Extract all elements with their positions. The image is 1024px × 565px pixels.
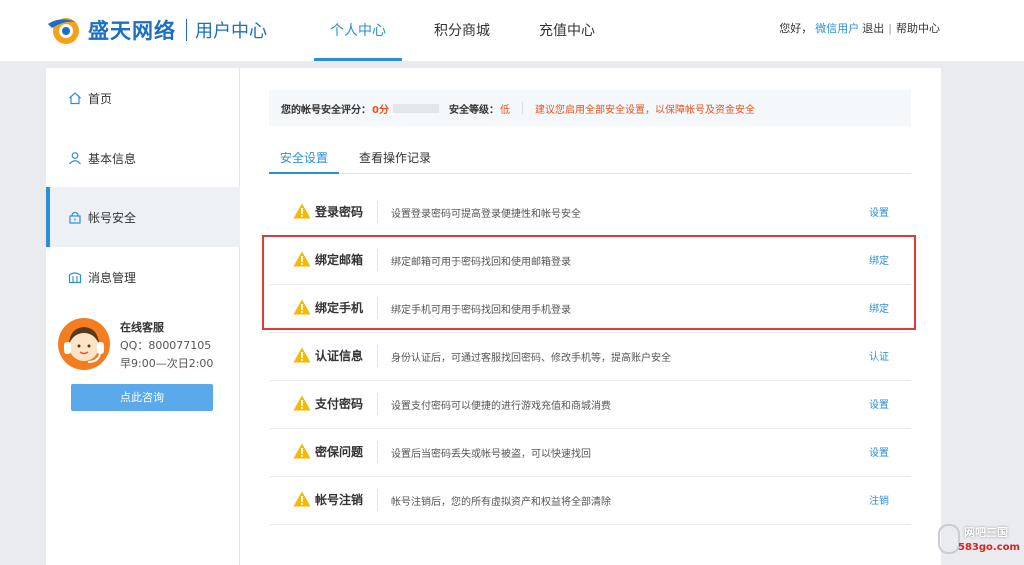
annotation-highlight-box bbox=[262, 235, 916, 330]
setting-description: 身份认证后，可通过客服找回密码、修改手机等，提高账户安全 bbox=[391, 353, 671, 364]
lock-icon bbox=[69, 211, 81, 224]
row-divider bbox=[377, 393, 378, 415]
login-password-set-button[interactable]: 设置 bbox=[869, 204, 889, 219]
account-deletion-button[interactable]: 注销 bbox=[869, 492, 889, 507]
consult-button[interactable]: 点此咨询 bbox=[71, 384, 213, 411]
sidebar-item-label: 首页 bbox=[88, 91, 113, 106]
logout-link[interactable]: 退出 bbox=[862, 20, 884, 36]
warning-icon bbox=[293, 395, 311, 411]
setting-name: 认证信息 bbox=[315, 349, 364, 363]
setting-name: 帐号注销 bbox=[315, 493, 364, 507]
user-icon bbox=[69, 152, 81, 165]
nav-points-mall[interactable]: 积分商城 bbox=[402, 0, 522, 61]
score-divider bbox=[521, 102, 523, 114]
help-center-link[interactable]: 帮助中心 bbox=[896, 20, 940, 36]
sidebar: 首页 基本信息 帐号安全 消息管理 在线客服 QQ：800077105 早9:0… bbox=[46, 68, 240, 565]
setting-name: 支付密码 bbox=[315, 397, 364, 411]
score-label: 您的帐号安全评分： bbox=[281, 104, 371, 116]
main-nav: 个人中心 积分商城 充值中心 bbox=[314, 0, 612, 61]
security-advice: 建议您启用全部安全设置，以保障帐号及资金安全 bbox=[534, 104, 755, 116]
tab-operation-log[interactable]: 查看操作记录 bbox=[359, 148, 431, 174]
warning-icon bbox=[293, 491, 311, 507]
greeting-text: 您好， bbox=[779, 22, 813, 35]
watermark-text: 网吧三国 bbox=[964, 526, 1008, 539]
logo-icon bbox=[48, 18, 79, 44]
setting-description: 设置后当密码丢失或帐号被盗，可以快速找回 bbox=[391, 449, 591, 460]
sidebar-item-account-security[interactable]: 帐号安全 bbox=[46, 187, 240, 247]
username-link[interactable]: 微信用户 bbox=[815, 20, 859, 36]
online-service: 在线客服 QQ：800077105 早9:00—次日2:00 bbox=[56, 316, 236, 376]
warning-icon bbox=[293, 443, 311, 459]
warning-icon bbox=[293, 203, 311, 219]
score-progress-bar bbox=[392, 103, 439, 113]
payment-password-set-button[interactable]: 设置 bbox=[869, 396, 889, 411]
row-divider bbox=[377, 441, 378, 463]
watermark: 网吧三国 583go.com bbox=[938, 522, 1022, 562]
logo-subtitle: 用户中心 bbox=[195, 21, 267, 42]
customer-service-avatar-icon bbox=[58, 318, 110, 370]
list-item: 登录密码 设置登录密码可提高登录便捷性和帐号安全 设置 bbox=[269, 189, 911, 237]
row-divider bbox=[377, 345, 378, 367]
user-links: 您好， 微信用户 退出 | 帮助中心 bbox=[779, 20, 940, 36]
sidebar-item-basic-info[interactable]: 基本信息 bbox=[46, 128, 240, 188]
service-qq: QQ：800077105 bbox=[120, 339, 212, 352]
security-score-bar: 您的帐号安全评分： 0分 安全等级： 低 建议您启用全部安全设置，以保障帐号及资… bbox=[269, 90, 911, 126]
list-item: 帐号注销 帐号注销后，您的所有虚拟资产和权益将全部清除 注销 bbox=[269, 477, 911, 525]
sidebar-item-message-management[interactable]: 消息管理 bbox=[46, 247, 240, 307]
warning-icon bbox=[293, 347, 311, 363]
nav-recharge-center[interactable]: 充值中心 bbox=[522, 0, 612, 61]
row-divider bbox=[377, 201, 378, 223]
setting-description: 设置支付密码可以便捷的进行游戏充值和商城消费 bbox=[391, 401, 611, 412]
score-value: 0分 bbox=[372, 104, 389, 116]
level-label: 安全等级： bbox=[448, 104, 499, 116]
list-item: 支付密码 设置支付密码可以便捷的进行游戏充值和商城消费 设置 bbox=[269, 381, 911, 429]
verify-identity-button[interactable]: 认证 bbox=[869, 348, 889, 363]
message-icon bbox=[68, 272, 82, 284]
setting-name: 登录密码 bbox=[315, 205, 364, 219]
row-divider bbox=[377, 489, 378, 511]
list-item: 密保问题 设置后当密码丢失或帐号被盗，可以快速找回 设置 bbox=[269, 429, 911, 477]
watermark-logo-icon bbox=[938, 524, 960, 554]
watermark-url: 583go.com bbox=[958, 542, 1020, 553]
nav-personal-center[interactable]: 个人中心 bbox=[314, 0, 402, 61]
brand-name: 盛天网络 bbox=[88, 19, 176, 43]
service-title: 在线客服 bbox=[120, 321, 164, 334]
service-hours: 早9:00—次日2:00 bbox=[120, 357, 214, 370]
list-item: 认证信息 身份认证后，可通过客服找回密码、修改手机等，提高账户安全 认证 bbox=[269, 333, 911, 381]
security-question-set-button[interactable]: 设置 bbox=[869, 444, 889, 459]
setting-name: 密保问题 bbox=[315, 445, 364, 459]
tab-security-settings[interactable]: 安全设置 bbox=[269, 148, 339, 174]
sidebar-item-label: 基本信息 bbox=[88, 151, 137, 166]
security-tabs: 安全设置 查看操作记录 bbox=[269, 148, 911, 174]
link-separator: | bbox=[888, 21, 892, 35]
sidebar-item-label: 帐号安全 bbox=[88, 210, 137, 225]
sidebar-item-label: 消息管理 bbox=[88, 270, 137, 285]
setting-description: 帐号注销后，您的所有虚拟资产和权益将全部清除 bbox=[391, 497, 611, 508]
sidebar-item-home[interactable]: 首页 bbox=[46, 68, 240, 128]
level-value: 低 bbox=[499, 104, 510, 116]
logo[interactable]: 盛天网络 用户中心 bbox=[46, 12, 267, 48]
logo-divider bbox=[186, 19, 187, 41]
top-header: 盛天网络 用户中心 个人中心 积分商城 充值中心 您好， 微信用户 退出 | 帮… bbox=[0, 0, 1024, 61]
setting-description: 设置登录密码可提高登录便捷性和帐号安全 bbox=[391, 209, 581, 220]
home-icon bbox=[69, 92, 81, 105]
